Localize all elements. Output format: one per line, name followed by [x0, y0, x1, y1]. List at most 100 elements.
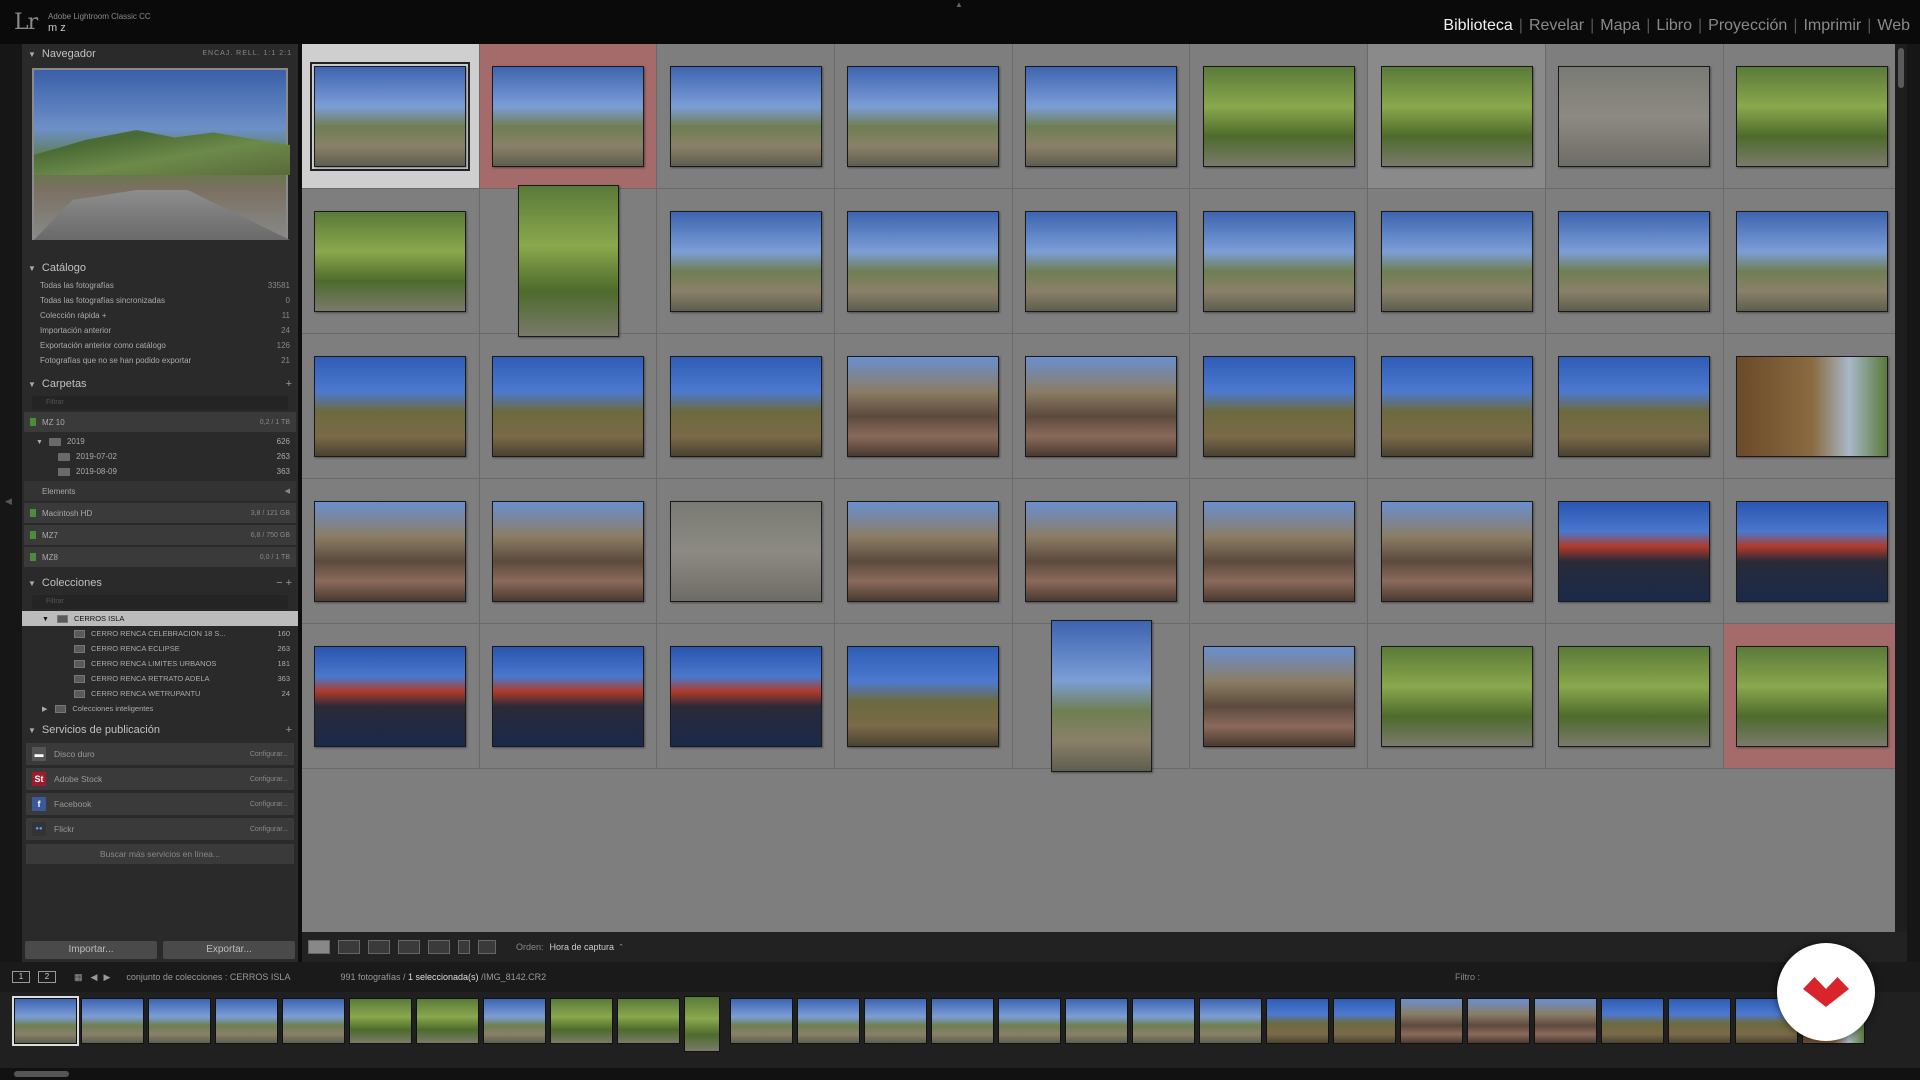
module-1[interactable]: Biblioteca [1437, 17, 1518, 35]
grid-cell[interactable] [479, 334, 658, 479]
grid-cell[interactable] [302, 189, 480, 334]
folder-item[interactable]: ▼ 2019 626 [22, 434, 298, 449]
filmstrip-thumbnail[interactable] [1467, 998, 1530, 1044]
photo-thumbnail[interactable] [1735, 65, 1888, 167]
photo-thumbnail[interactable] [492, 645, 645, 747]
grid-cell[interactable] [479, 624, 658, 769]
collections-header[interactable]: ▼ Colecciones − + [22, 573, 298, 593]
right-panel-edge[interactable] [1907, 44, 1920, 980]
disclosure-triangle-icon[interactable]: ▼ [28, 264, 36, 273]
main-window-button[interactable]: 1 [12, 971, 30, 983]
left-panel-edge[interactable]: ◀ [0, 44, 22, 980]
grid-cell[interactable] [1545, 624, 1724, 769]
photo-thumbnail[interactable] [1050, 620, 1152, 772]
filmstrip-thumbnail[interactable] [1132, 998, 1195, 1044]
photo-thumbnail[interactable] [847, 210, 1000, 312]
photo-thumbnail[interactable] [1202, 210, 1355, 312]
photo-thumbnail[interactable] [1380, 355, 1533, 457]
filmstrip-thumbnail[interactable] [797, 998, 860, 1044]
secondary-window-button[interactable]: 2 [38, 971, 56, 983]
grid-cell[interactable] [302, 624, 480, 769]
grid-scrollbar-thumb[interactable] [1898, 48, 1904, 88]
collection-set-cerros-isla[interactable]: ▼ CERROS ISLA [22, 611, 298, 626]
volume-row[interactable]: Macintosh HD 3,8 / 121 GB [24, 503, 296, 523]
photo-thumbnail[interactable] [492, 355, 645, 457]
chevron-right-icon[interactable]: ▶ [42, 706, 47, 713]
grid-cell[interactable] [1545, 479, 1724, 624]
grid-cell[interactable] [657, 624, 836, 769]
grid-cell[interactable] [1368, 44, 1546, 189]
filmstrip-thumbnail[interactable] [483, 998, 546, 1044]
grid-cell[interactable] [302, 479, 480, 624]
filmstrip-thumbnail[interactable] [998, 998, 1061, 1044]
grid-cell[interactable] [1190, 44, 1369, 189]
grid-cell[interactable] [835, 334, 1013, 479]
grid-icon[interactable]: ▦ [74, 972, 83, 983]
grid-cell[interactable] [302, 44, 480, 189]
grid-cell[interactable] [302, 334, 480, 479]
photo-thumbnail[interactable] [847, 65, 1000, 167]
grid-view-icon[interactable] [308, 940, 330, 954]
grid-cell[interactable] [1723, 44, 1895, 189]
module-7[interactable]: Web [1871, 17, 1916, 35]
sort-select[interactable]: Hora de captura [550, 942, 615, 952]
chevron-down-icon[interactable]: ⌃ [618, 943, 624, 951]
sort-direction-icon[interactable] [478, 940, 496, 954]
navigator-header[interactable]: ▼ Navegador ENCAJ. RELL. 1:1 2:1 [22, 44, 298, 64]
disclosure-triangle-icon[interactable]: ▼ [42, 616, 49, 623]
grid-cell[interactable] [657, 189, 836, 334]
catalog-item[interactable]: Todas las fotografías 33581 [22, 278, 298, 293]
filmstrip-thumbnail[interactable] [550, 998, 613, 1044]
collection-item[interactable]: CERRO RENCA WETRUPANTU 24 [22, 686, 298, 701]
collection-item[interactable]: CERRO RENCA RETRATO ADELA 363 [22, 671, 298, 686]
catalog-item[interactable]: Importación anterior 24 [22, 323, 298, 338]
filmstrip-scrollbar-thumb[interactable] [14, 1071, 69, 1077]
photo-thumbnail[interactable] [669, 65, 822, 167]
photo-thumbnail[interactable] [847, 645, 1000, 747]
photo-thumbnail[interactable] [1735, 210, 1888, 312]
grid-cell[interactable] [1012, 479, 1191, 624]
filmstrip-thumbnail[interactable] [684, 996, 720, 1052]
compare-view-icon[interactable] [368, 940, 390, 954]
grid-cell[interactable] [657, 479, 836, 624]
publish-service[interactable]: f Facebook Configurar... [26, 793, 294, 815]
loupe-view-icon[interactable] [338, 940, 360, 954]
grid-cell[interactable] [657, 334, 836, 479]
photo-thumbnail[interactable] [1735, 645, 1888, 747]
filmstrip-thumbnail[interactable] [1266, 998, 1329, 1044]
configure-link[interactable]: Configurar... [250, 751, 288, 758]
grid-cell[interactable] [1723, 479, 1895, 624]
photo-thumbnail[interactable] [314, 645, 467, 747]
publish-service[interactable]: ▬ Disco duro Configurar... [26, 743, 294, 765]
filmstrip-thumbnail[interactable] [282, 998, 345, 1044]
photo-thumbnail[interactable] [1380, 210, 1533, 312]
add-folder-icon[interactable]: + [286, 378, 292, 390]
photo-thumbnail[interactable] [1025, 210, 1178, 312]
grid-cell[interactable] [1368, 334, 1546, 479]
catalog-item[interactable]: Colección rápida + 11 [22, 308, 298, 323]
module-5[interactable]: Proyección [1702, 17, 1793, 35]
photo-thumbnail[interactable] [1558, 210, 1711, 312]
photo-thumbnail[interactable] [669, 355, 822, 457]
grid-cell[interactable] [1723, 624, 1895, 769]
module-4[interactable]: Libro [1650, 17, 1698, 35]
find-more-services-button[interactable]: Buscar más servicios en línea... [26, 844, 294, 864]
disclosure-triangle-icon[interactable]: ▼ [28, 380, 36, 389]
filmstrip-thumbnail[interactable] [864, 998, 927, 1044]
grid-cell[interactable] [1190, 189, 1369, 334]
grid-cell[interactable] [1723, 334, 1895, 479]
collection-add-remove-icons[interactable]: − + [276, 577, 292, 589]
export-button[interactable]: Exportar... [163, 941, 295, 959]
photo-thumbnail[interactable] [314, 500, 467, 602]
photo-thumbnail[interactable] [669, 645, 822, 747]
photo-thumbnail[interactable] [1025, 355, 1178, 457]
configure-link[interactable]: Configurar... [250, 826, 288, 833]
grid-cell[interactable] [1368, 624, 1546, 769]
filmstrip-thumbnail[interactable] [416, 998, 479, 1044]
photo-thumbnail[interactable] [1558, 65, 1711, 167]
grid-cell[interactable] [657, 44, 836, 189]
grid-cell[interactable] [1012, 620, 1191, 772]
disclosure-triangle-icon[interactable]: ▼ [28, 579, 36, 588]
catalog-item[interactable]: Fotografías que no se han podido exporta… [22, 353, 298, 368]
photo-thumbnail[interactable] [1202, 355, 1355, 457]
